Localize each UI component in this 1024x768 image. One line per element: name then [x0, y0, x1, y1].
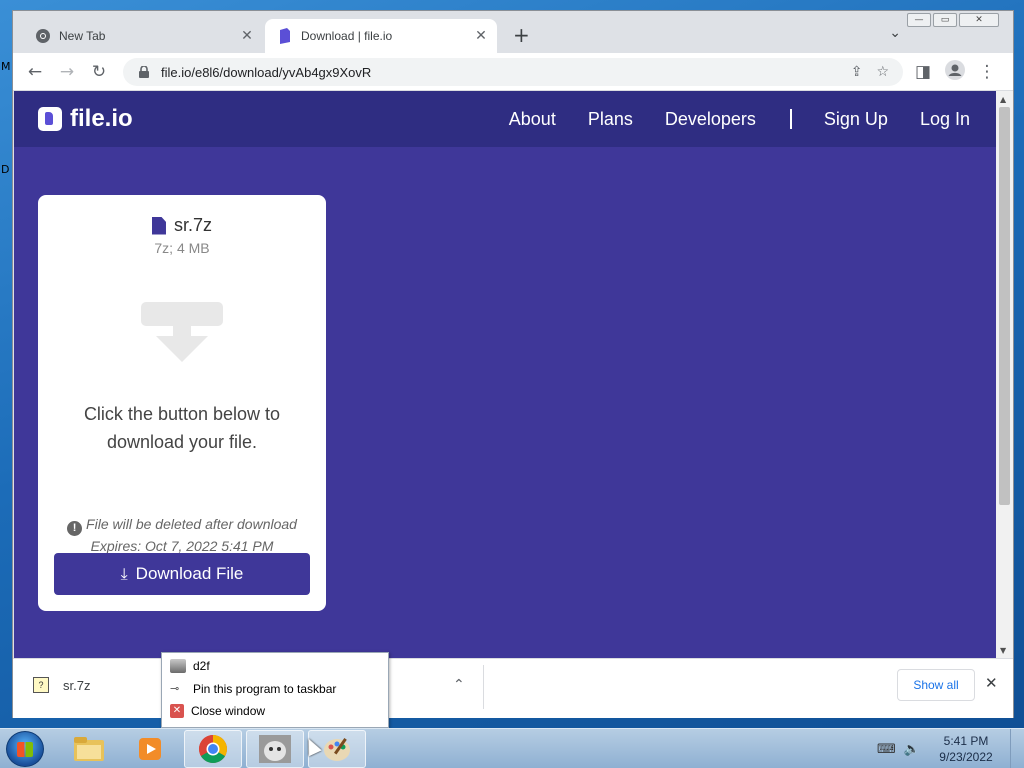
tab-new-tab[interactable]: New Tab ✕	[23, 19, 263, 53]
address-bar[interactable]: file.io/e8l6/download/yvAb4gx9XovR ⇪ ☆	[123, 58, 903, 86]
desktop-icon-label: M	[1, 60, 11, 73]
site-nav-links: About Plans Developers Sign Up Log In	[477, 109, 970, 130]
shelf-divider	[483, 665, 484, 709]
chrome-icon	[199, 735, 227, 763]
media-player-taskbar-button[interactable]	[122, 730, 180, 768]
tab-close-icon[interactable]: ✕	[471, 28, 491, 44]
start-button[interactable]	[6, 731, 44, 767]
browser-window: — ▭ ✕ New Tab ✕ Download | file.io ✕ + ⌄…	[12, 10, 1014, 718]
show-desktop-button[interactable]	[1010, 729, 1024, 768]
forward-icon[interactable]: →	[55, 60, 79, 84]
fileio-favicon-icon	[277, 28, 293, 44]
new-tab-button[interactable]: +	[513, 23, 530, 47]
windows-logo-icon	[17, 742, 33, 757]
nav-developers[interactable]: Developers	[665, 109, 756, 130]
back-icon[interactable]: ←	[23, 60, 47, 84]
taskbar: ⌨ 🔈 5:41 PM 9/23/2022	[0, 728, 1024, 768]
site-header: file.io About Plans Developers Sign Up L…	[14, 91, 996, 147]
scrollbar-thumb[interactable]	[999, 107, 1010, 505]
info-icon: !	[67, 521, 83, 536]
file-meta: 7z; 4 MB	[154, 240, 210, 256]
clock-time: 5:41 PM	[943, 734, 989, 748]
chrome-menu-icon[interactable]: ⋮	[975, 60, 999, 84]
share-icon[interactable]: ⇪	[851, 64, 863, 80]
paint-palette-icon	[324, 738, 350, 761]
tab-title: Download | file.io	[301, 29, 393, 43]
download-card: sr.7z 7z; 4 MB Click the button below to…	[38, 195, 326, 611]
show-all-button[interactable]: Show all	[897, 669, 975, 701]
chrome-icon	[35, 28, 51, 44]
close-window-icon: ✕	[170, 704, 184, 718]
browser-toolbar: ← → ↻ file.io/e8l6/download/yvAb4gx9XovR…	[13, 53, 1013, 91]
lock-icon[interactable]	[137, 66, 151, 78]
scroll-up-icon[interactable]: ▲	[1000, 95, 1006, 104]
explorer-taskbar-button[interactable]	[60, 730, 118, 768]
jumplist-close-label: Close window	[191, 704, 266, 718]
tab-strip: New Tab ✕ Download | file.io ✕ + ⌄	[13, 19, 1013, 53]
jumplist-app-item[interactable]: d2f	[170, 659, 210, 673]
page-viewport: file.io About Plans Developers Sign Up L…	[14, 91, 996, 658]
folder-icon	[74, 737, 104, 761]
unknown-file-icon: ?	[33, 677, 49, 693]
delete-notice: ! File will be deleted after download Exp…	[38, 514, 326, 556]
tab-search-icon[interactable]: ⌄	[889, 25, 901, 41]
download-options-chevron-icon[interactable]: ⌃	[453, 677, 465, 693]
url-text[interactable]: file.io/e8l6/download/yvAb4gx9XovR	[161, 65, 851, 80]
download-button-label: Download File	[135, 564, 244, 583]
nav-log-in[interactable]: Log In	[920, 109, 970, 130]
profile-avatar-icon[interactable]	[943, 60, 967, 84]
download-illustration-icon	[141, 302, 223, 384]
nav-plans[interactable]: Plans	[588, 109, 633, 130]
jumplist-app-label: d2f	[193, 659, 210, 673]
close-shelf-icon[interactable]: ✕	[985, 674, 998, 692]
nav-divider	[789, 109, 792, 129]
download-item[interactable]: ? sr.7z	[33, 677, 90, 693]
download-icon: ⤓	[120, 564, 128, 583]
desktop-icon-label: D	[1, 163, 10, 176]
fileio-logo-icon	[38, 107, 62, 131]
fileio-logo[interactable]: file.io	[38, 105, 133, 133]
chrome-taskbar-button[interactable]	[184, 730, 242, 768]
nav-sign-up[interactable]: Sign Up	[824, 109, 888, 130]
reload-icon[interactable]: ↻	[87, 60, 111, 84]
cat-app-icon	[259, 735, 291, 763]
download-item-name: sr.7z	[63, 677, 91, 693]
jumplist-close-item[interactable]: ✕ Close window	[170, 704, 265, 718]
file-name: sr.7z	[173, 215, 212, 235]
taskbar-jump-list: d2f ⊸ Pin this program to taskbar ✕ Clos…	[161, 652, 389, 728]
system-tray: ⌨ 🔈 5:41 PM 9/23/2022	[877, 729, 1024, 768]
cat-app-icon	[170, 659, 186, 673]
clock-date: 9/23/2022	[939, 750, 993, 764]
download-file-button[interactable]: ⤓ Download File	[54, 553, 310, 595]
file-title-row: sr.7z	[38, 215, 326, 236]
nav-about[interactable]: About	[509, 109, 556, 130]
download-instruction: Click the button below to download your …	[83, 404, 281, 452]
page-scrollbar[interactable]: ▲ ▼	[996, 91, 1013, 658]
logo-text: file.io	[70, 105, 133, 132]
tab-title: New Tab	[59, 29, 106, 43]
side-panel-icon[interactable]: ◨	[911, 60, 935, 84]
file-icon	[151, 216, 166, 235]
delete-note-text: File will be deleted after download	[86, 516, 297, 532]
pin-icon: ⊸	[170, 682, 180, 695]
media-player-icon	[139, 738, 161, 760]
d2f-taskbar-button[interactable]	[246, 730, 304, 768]
jumplist-pin-item[interactable]: ⊸ Pin this program to taskbar	[170, 682, 336, 696]
jumplist-pin-label: Pin this program to taskbar	[193, 682, 337, 696]
network-icon[interactable]: ⌨	[877, 742, 896, 757]
bookmark-star-icon[interactable]: ☆	[876, 64, 889, 80]
tab-close-icon[interactable]: ✕	[237, 28, 257, 44]
system-clock[interactable]: 5:41 PM 9/23/2022	[928, 733, 1004, 765]
tab-download-fileio[interactable]: Download | file.io ✕	[265, 19, 497, 53]
scroll-down-icon[interactable]: ▼	[1000, 646, 1006, 655]
volume-icon[interactable]: 🔈	[904, 742, 920, 757]
